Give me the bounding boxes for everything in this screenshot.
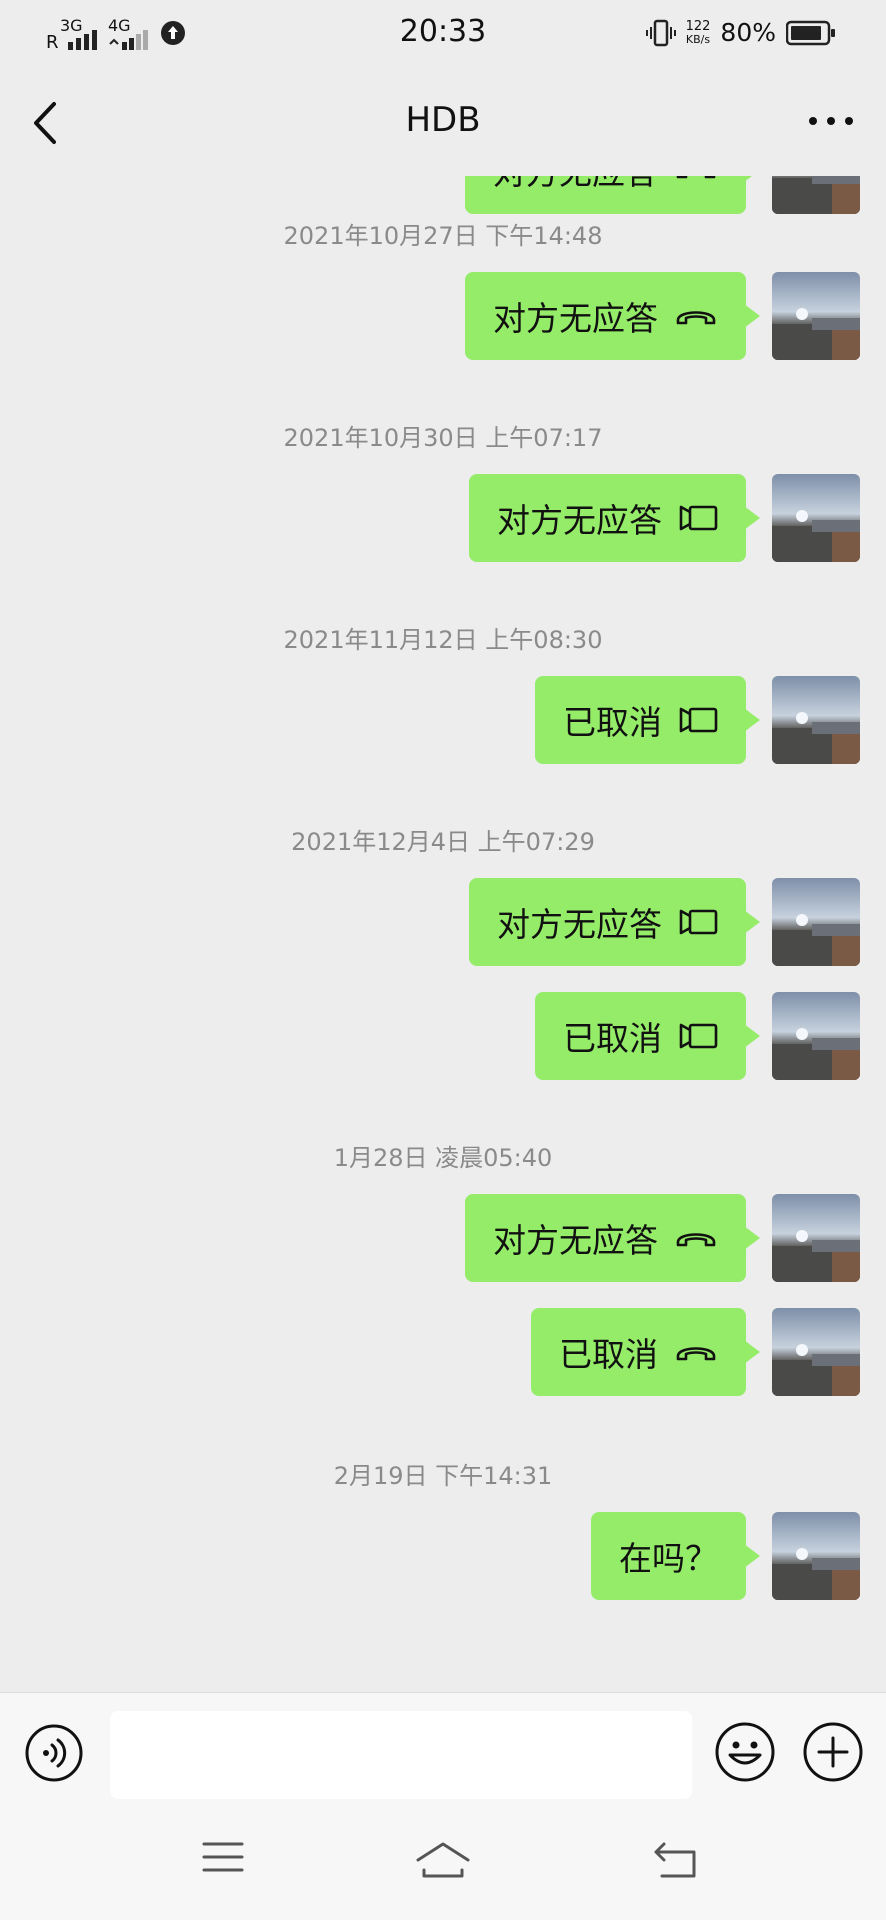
message-bubble[interactable]: 已取消 (535, 676, 760, 764)
message-input[interactable] (110, 1711, 692, 1799)
avatar[interactable] (772, 1512, 860, 1600)
battery-percent: 80% (720, 18, 776, 47)
message-bubble[interactable]: 在吗？ (591, 1512, 760, 1600)
message-bubble[interactable]: 对方无应答 (469, 878, 760, 966)
phone-hangup-icon (676, 311, 716, 325)
input-bar (0, 1692, 886, 1813)
message-bubble[interactable]: 已取消 (531, 1308, 760, 1396)
vibrate-icon (645, 19, 676, 46)
phone-hangup-icon (676, 1233, 716, 1247)
message-row: 对方无应答 (0, 176, 886, 216)
message-text: 对方无应答 (493, 299, 658, 338)
video-call-icon (679, 909, 718, 935)
plus-icon[interactable] (802, 1721, 864, 1783)
battery-icon (786, 20, 835, 45)
message-row: 对方无应答 (0, 1194, 886, 1284)
timestamp: 1月28日 凌晨05:40 (333, 1144, 553, 1172)
message-list[interactable]: 对方无应答 2021年10月27日 下午14:48 对方无应答 2021年10月… (0, 176, 886, 1692)
avatar[interactable] (772, 272, 860, 360)
video-call-icon (679, 505, 718, 531)
message-text: 已取消 (559, 1335, 658, 1374)
video-call-icon (679, 1023, 718, 1049)
message-bubble[interactable]: 对方无应答 (465, 1194, 760, 1282)
phone-hangup-icon (676, 176, 716, 179)
back-nav-icon[interactable] (652, 1840, 698, 1880)
avatar[interactable] (772, 676, 860, 764)
timestamp: 2021年10月27日 下午14:48 (283, 222, 603, 250)
message-bubble[interactable]: 对方无应答 (465, 176, 760, 214)
timestamp: 2月19日 下午14:31 (333, 1462, 553, 1490)
voice-input-icon[interactable] (24, 1723, 84, 1783)
avatar[interactable] (772, 878, 860, 966)
message-text: 对方无应答 (493, 1221, 658, 1260)
timestamp: 2021年12月4日 上午07:29 (291, 828, 595, 856)
avatar[interactable] (772, 992, 860, 1080)
message-row: 已取消 (0, 992, 886, 1082)
emoji-icon[interactable] (714, 1721, 776, 1783)
net-speed-unit: KB/s (685, 32, 711, 46)
message-bubble[interactable]: 对方无应答 (465, 272, 760, 360)
more-options-icon[interactable] (806, 106, 856, 136)
avatar[interactable] (772, 1308, 860, 1396)
status-bar: 3G R 4G 20:33 122 KB/s 80% (0, 0, 886, 70)
avatar[interactable] (772, 474, 860, 562)
message-row: 对方无应答 (0, 474, 886, 564)
status-right: 122 KB/s 80% (645, 18, 836, 47)
message-row: 对方无应答 (0, 272, 886, 362)
net-speed-value: 122 (685, 18, 711, 34)
home-icon[interactable] (414, 1840, 472, 1880)
phone-hangup-icon (676, 1347, 716, 1361)
message-bubble[interactable]: 对方无应答 (469, 474, 760, 562)
message-row: 已取消 (0, 676, 886, 766)
message-row: 已取消 (0, 1308, 886, 1398)
message-row: 在吗？ (0, 1512, 886, 1602)
chat-header: HDB (0, 70, 886, 176)
timestamp: 2021年10月30日 上午07:17 (283, 424, 603, 452)
message-bubble[interactable]: 已取消 (535, 992, 760, 1080)
system-nav-bar (0, 1812, 886, 1920)
message-text: 对方无应答 (497, 905, 662, 944)
timestamp: 2021年11月12日 上午08:30 (283, 626, 603, 654)
message-text: 对方无应答 (493, 176, 658, 194)
message-text: 对方无应答 (497, 501, 662, 540)
message-text: 在吗？ (619, 1539, 718, 1578)
avatar[interactable] (772, 176, 860, 214)
message-row: 对方无应答 (0, 878, 886, 968)
net-speed: 122 KB/s (686, 20, 711, 46)
message-text: 已取消 (563, 703, 662, 742)
avatar[interactable] (772, 1194, 860, 1282)
message-text: 已取消 (563, 1019, 662, 1058)
chat-title: HDB (405, 100, 481, 140)
menu-icon[interactable] (202, 1840, 244, 1874)
video-call-icon (679, 707, 718, 733)
